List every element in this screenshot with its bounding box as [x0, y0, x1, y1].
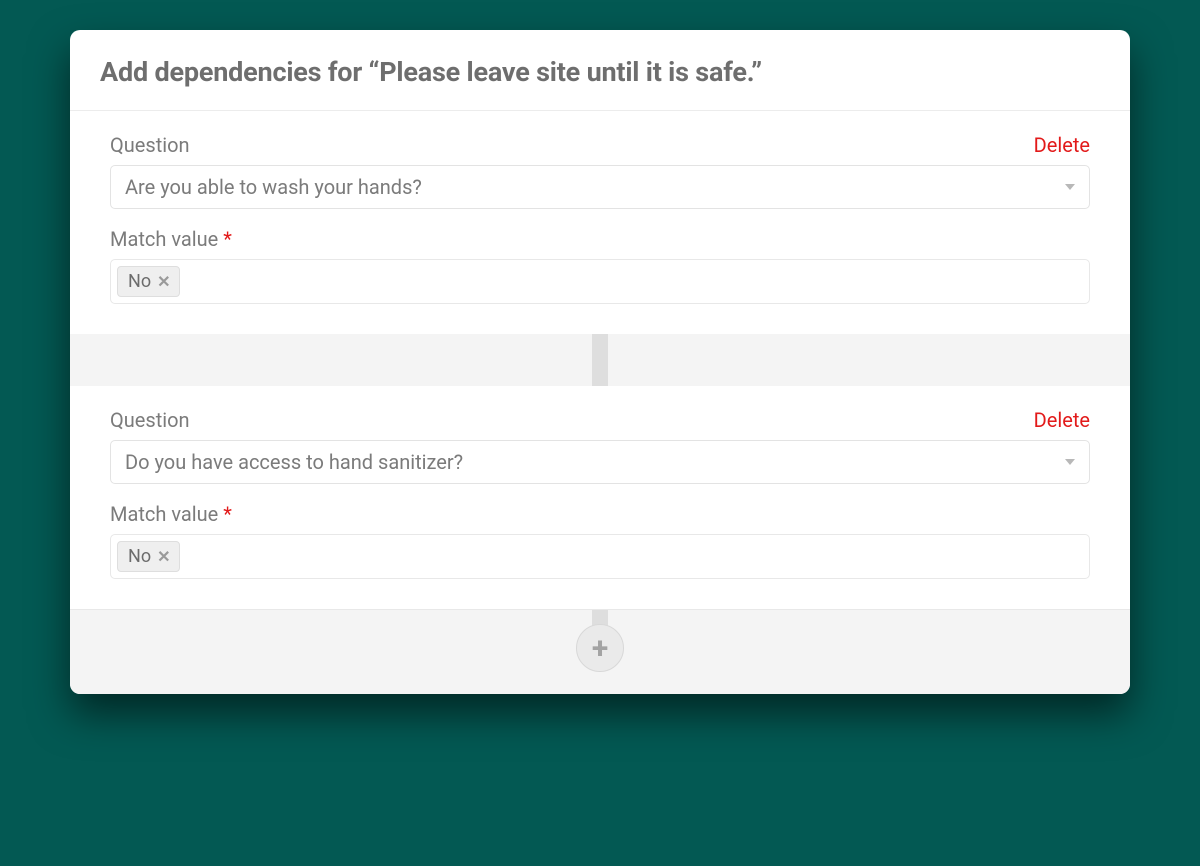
dependencies-modal: Add dependencies for “Please leave site …: [70, 30, 1130, 694]
chevron-down-icon: [1065, 184, 1075, 190]
match-value-tag-text: No: [128, 546, 151, 567]
dependency-block: Question Delete Are you able to wash you…: [70, 111, 1130, 334]
match-value-input[interactable]: No ✕: [110, 534, 1090, 579]
match-value-tag-text: No: [128, 271, 151, 292]
divider-handle: [592, 334, 608, 386]
remove-tag-icon[interactable]: ✕: [157, 547, 170, 566]
question-select[interactable]: Are you able to wash your hands?: [110, 165, 1090, 209]
block-divider: [70, 334, 1130, 386]
add-dependency-button[interactable]: +: [576, 624, 624, 672]
match-value-tag: No ✕: [117, 266, 180, 297]
delete-dependency-link[interactable]: Delete: [1034, 133, 1090, 157]
plus-icon: +: [592, 631, 608, 666]
modal-header: Add dependencies for “Please leave site …: [70, 30, 1130, 111]
match-value-label: Match value *: [110, 227, 232, 251]
chevron-down-icon: [1065, 459, 1075, 465]
match-value-label: Match value *: [110, 502, 232, 526]
add-dependency-footer: +: [70, 609, 1130, 694]
match-value-input[interactable]: No ✕: [110, 259, 1090, 304]
question-select-value: Do you have access to hand sanitizer?: [125, 450, 463, 474]
required-asterisk: *: [223, 227, 232, 251]
dependency-block: Question Delete Do you have access to ha…: [70, 386, 1130, 609]
match-value-tag: No ✕: [117, 541, 180, 572]
question-label: Question: [110, 133, 190, 157]
question-select[interactable]: Do you have access to hand sanitizer?: [110, 440, 1090, 484]
delete-dependency-link[interactable]: Delete: [1034, 408, 1090, 432]
question-select-value: Are you able to wash your hands?: [125, 175, 422, 199]
remove-tag-icon[interactable]: ✕: [157, 272, 170, 291]
required-asterisk: *: [223, 502, 232, 526]
question-label: Question: [110, 408, 190, 432]
modal-title: Add dependencies for “Please leave site …: [100, 56, 1100, 88]
